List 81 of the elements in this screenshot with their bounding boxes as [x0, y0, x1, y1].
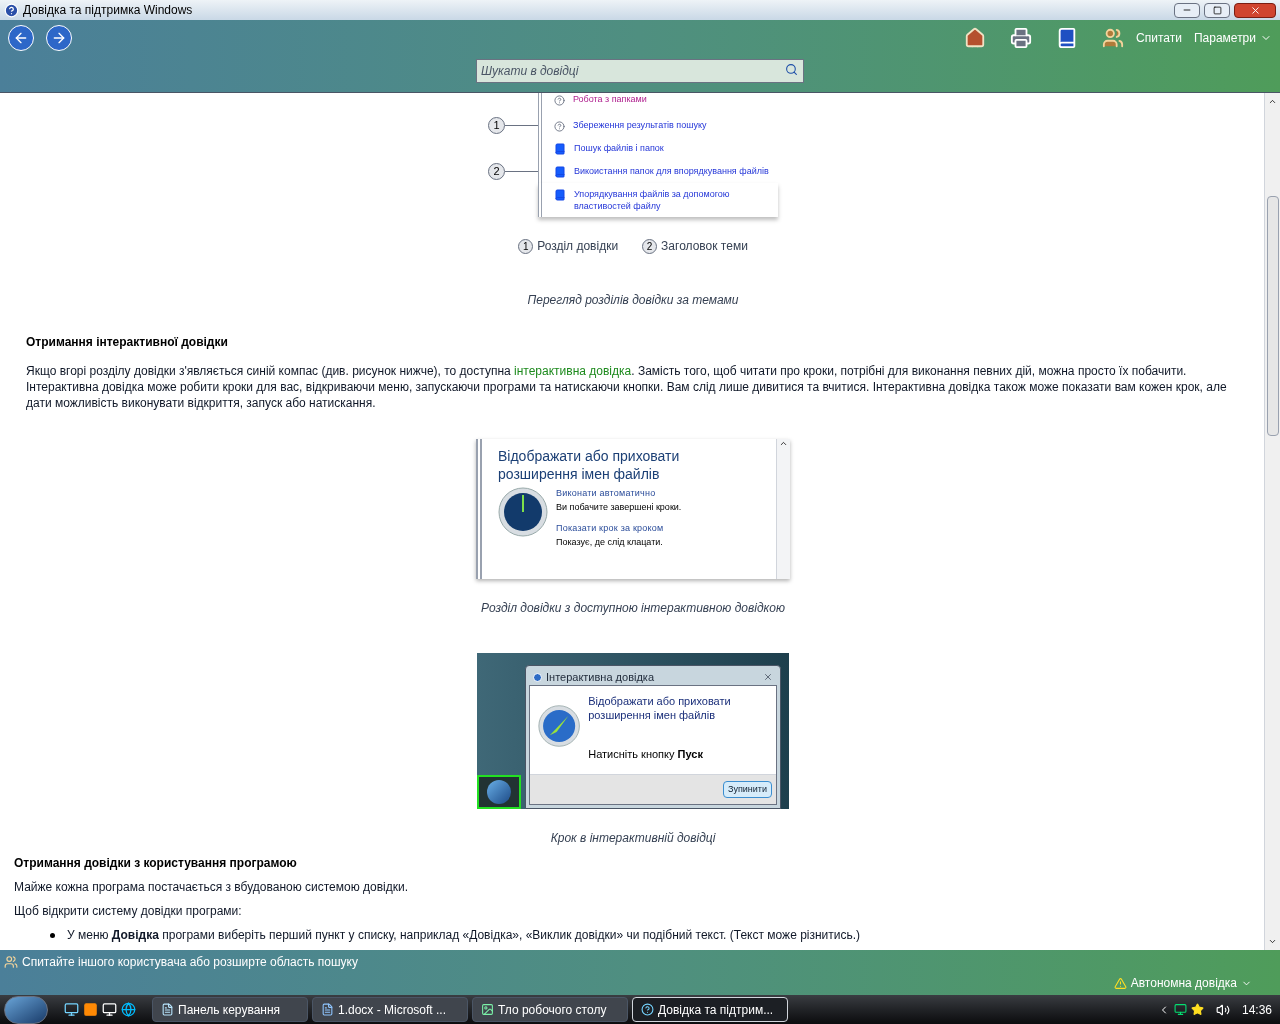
taskbar-button[interactable]: 1.docx - Microsoft ...: [312, 997, 468, 1022]
figure-caption: Перегляд розділів довідки за темами: [527, 292, 739, 309]
maximize-icon: [1212, 5, 1222, 15]
maximize-button[interactable]: [1204, 2, 1230, 18]
printer-icon[interactable]: [1010, 27, 1033, 49]
topic-title: Відображати або приховати розширення імен файлів: [498, 447, 681, 483]
option-description: Ви побачите завершені кроки.: [556, 500, 682, 514]
image-icon: [481, 1003, 494, 1016]
leader-line: [505, 125, 538, 126]
book-icon: [554, 166, 566, 178]
list-item-text: У меню Довідка програми виберіть перший пункт у списку, наприклад «Довідка», «Виклик довідки» чи подібний текст. (Текст може різнитись.): [67, 927, 861, 943]
callout-number: 1: [488, 117, 505, 134]
volume-icon[interactable]: [1215, 1002, 1230, 1017]
paragraph: Майже кожна програма постачається з вбудованою системою довідки.: [14, 879, 410, 895]
figure-caption: Розділ довідки з доступною інтерактивною довідкою: [481, 600, 785, 617]
ask-people-icon[interactable]: [1102, 27, 1125, 49]
book-icon: [554, 189, 566, 201]
instruction-text: Натисніть кнопку Пуск: [588, 746, 704, 762]
legend-label: Розділ довідки: [537, 238, 619, 255]
stop-button[interactable]: Зупинити: [723, 780, 772, 799]
document-icon: [161, 1003, 174, 1016]
back-button[interactable]: [8, 25, 34, 51]
start-button[interactable]: [4, 995, 48, 1024]
taskbar-button[interactable]: Тло робочого столу: [472, 997, 628, 1022]
option-link[interactable]: Виконати автоматично: [556, 487, 682, 501]
help-icon: [4, 2, 19, 18]
scrollbar[interactable]: [1264, 93, 1280, 950]
callout-number: 2: [642, 238, 658, 254]
figure-caption: Крок в інтерактивній довідці: [550, 830, 716, 847]
scroll-up-icon[interactable]: [779, 439, 788, 448]
option-link[interactable]: Показати крок за кроком: [556, 522, 682, 536]
people-icon: [4, 955, 18, 969]
close-button[interactable]: [1234, 2, 1276, 18]
browser-icon[interactable]: [121, 1002, 136, 1017]
help-topic-link[interactable]: Упорядкування файлів за допомогою властивостей файлу: [574, 188, 770, 212]
section-heading: Отримання довідки з користування програмою: [14, 855, 298, 871]
warning-icon: [1113, 976, 1127, 990]
clock[interactable]: 14:36: [1233, 1000, 1280, 1019]
help-topic-link[interactable]: Пошук файлів і папок: [574, 142, 664, 154]
star-icon[interactable]: [1190, 1003, 1204, 1016]
callout-number: 1: [518, 238, 534, 254]
dialog-title: Інтерактивна довідка: [546, 669, 656, 685]
legend-label: Заголовок теми: [661, 238, 748, 255]
compass-icon: [498, 487, 548, 537]
close-icon: [1249, 4, 1261, 16]
dialog-app-icon: [533, 672, 542, 682]
dialog-heading: Відображати або приховати розширення імен файлів: [588, 694, 732, 722]
book-icon: [554, 143, 566, 155]
close-icon[interactable]: [763, 672, 773, 682]
desktop-icon[interactable]: [64, 1002, 79, 1017]
window-title: Довідка та підтримка Windows: [23, 2, 194, 19]
scroll-thumb[interactable]: [1266, 196, 1279, 437]
help-topic-link[interactable]: Збереження результатів пошуку: [573, 119, 707, 131]
bullet-icon: [50, 932, 55, 938]
windows-orb-icon: [487, 780, 511, 804]
help-topic-row[interactable]: Упорядкування файлів за допомогою властивостей файлу: [538, 183, 778, 217]
home-icon[interactable]: [964, 27, 987, 49]
option-description: Показує, де слід клацати.: [556, 535, 664, 549]
leader-line: [505, 171, 538, 172]
minimize-button[interactable]: [1174, 2, 1200, 18]
taskbar-button[interactable]: Довідка та підтрим...: [632, 997, 788, 1022]
paragraph: Якщо вгорі розділу довідки з'являється синій компас (див. рисунок нижче), то доступна інтерактивна довідка. Замість того, щоб читати про кроки, потрібні для виконання певних дій, можна просто їх побачити. Інтерактивна довідка може робити кроки для вас, відкриваючи меню, запускаючи програми та натискаючи кнопки. Вам слід лише дивитися та вчитися. Інтерактивна довідка також може показати вам кожен крок, але дати можливість виконувати відкриття, запуск або натискання.: [26, 363, 1228, 411]
scroll-down-icon[interactable]: [1268, 937, 1277, 946]
forward-arrow-icon: [51, 30, 67, 46]
paragraph: Щоб відкрити систему довідки програми:: [14, 903, 243, 919]
help-icon: [641, 1003, 654, 1016]
section-heading: Отримання інтерактивної довідки: [26, 334, 229, 351]
search-icon[interactable]: [785, 63, 798, 76]
search-field[interactable]: Шукати в довідці: [476, 59, 804, 83]
help-topic-icon: [554, 95, 565, 106]
document-icon: [321, 1003, 334, 1016]
scroll-up-icon[interactable]: [1268, 97, 1277, 106]
status-message[interactable]: Спитайте іншого користувача або розширте область пошуку: [22, 953, 358, 971]
computer-icon[interactable]: [102, 1002, 117, 1017]
help-topic-link[interactable]: Робота з папками: [573, 93, 647, 105]
callout-number: 2: [488, 163, 505, 180]
help-topic-icon: [554, 121, 565, 132]
scrollbar[interactable]: [776, 439, 790, 579]
taskbar-button[interactable]: Панель керування: [152, 997, 308, 1022]
help-topic-link[interactable]: Викоистання папок для впорядкування файлів: [574, 165, 769, 177]
forward-button[interactable]: [46, 25, 72, 51]
